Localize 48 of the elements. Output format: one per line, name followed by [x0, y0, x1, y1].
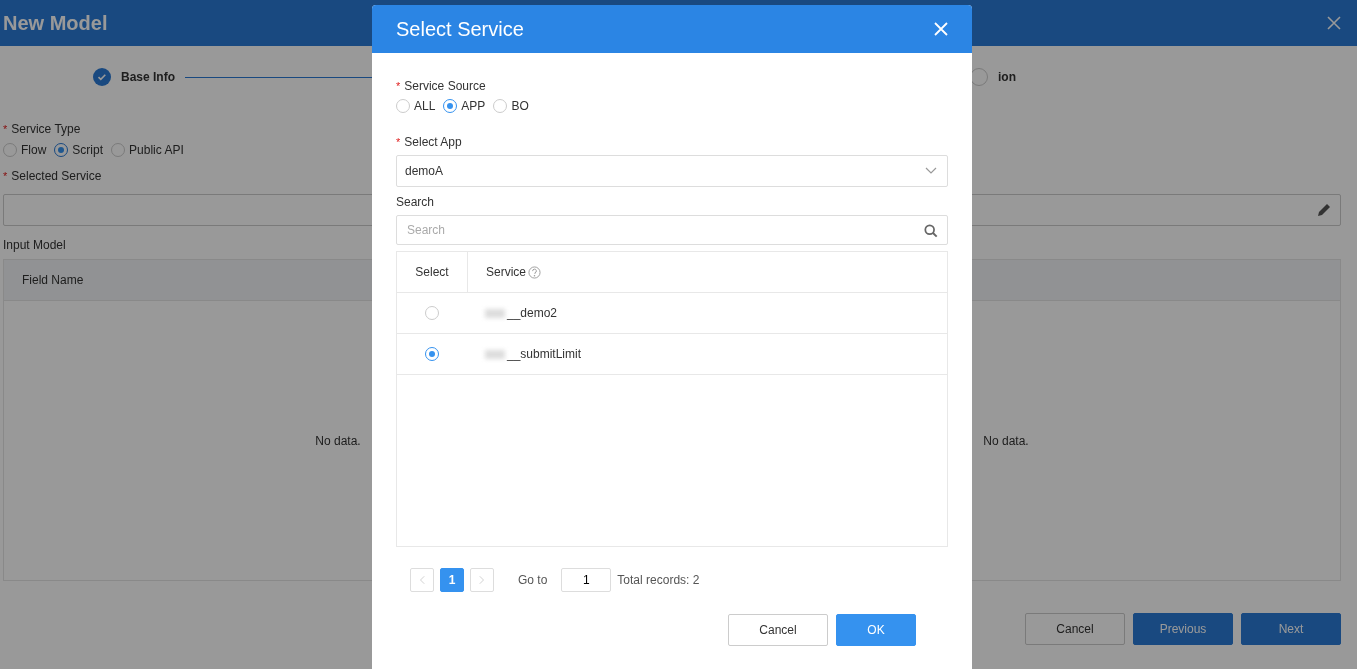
window-title: New Model [3, 11, 108, 35]
row-radio[interactable] [425, 306, 439, 320]
row-radio[interactable] [425, 347, 439, 361]
field-label: Service Source [404, 79, 486, 93]
field-label: Search [396, 195, 436, 209]
search-field[interactable]: Search [396, 215, 948, 245]
table-cell: __submitLimit [507, 347, 582, 361]
page-input[interactable]: 1 [561, 568, 612, 592]
close-icon[interactable] [1327, 16, 1341, 30]
close-icon[interactable] [934, 22, 948, 36]
chevron-down-icon [925, 167, 937, 175]
dialog-title: Select Service [396, 17, 524, 41]
radio-option[interactable]: Flow [3, 143, 47, 157]
radio-option[interactable]: BO [493, 99, 529, 113]
radio-option[interactable]: APP [443, 99, 486, 113]
required-mark: * [396, 136, 401, 148]
page-button[interactable]: 1 [440, 568, 464, 592]
field-label: Select App [404, 135, 462, 149]
empty-message: No data. [983, 433, 1029, 448]
edit-icon[interactable] [1316, 202, 1332, 218]
help-icon[interactable] [528, 265, 541, 279]
blurred-text [485, 308, 505, 318]
required-mark: * [3, 123, 8, 135]
radio-option[interactable]: ALL [396, 99, 436, 113]
field-label: Selected Service [11, 169, 102, 183]
step-label: Base Info [121, 70, 175, 84]
required-mark: * [3, 170, 8, 182]
total-records: Total records: 2 [617, 573, 700, 587]
dialog-button[interactable]: OK [836, 614, 916, 646]
radio-option[interactable]: Public API [111, 143, 184, 157]
column-header: Field Name [22, 273, 84, 287]
empty-message: No data. [315, 433, 361, 448]
column-header: Select [397, 252, 468, 292]
goto-label: Go to [518, 573, 548, 587]
field-label: Service Type [11, 122, 81, 136]
radio-option[interactable]: Script [54, 143, 104, 157]
step-label: ion [998, 70, 1016, 84]
blurred-text [485, 349, 505, 359]
dialog-button[interactable]: Previous [1133, 613, 1233, 645]
dialog-button[interactable]: Next [1241, 613, 1341, 645]
app-select[interactable]: demoA [396, 155, 948, 187]
dialog-button[interactable]: Cancel [728, 614, 828, 646]
required-mark: * [396, 80, 401, 92]
dialog-button[interactable]: Cancel [1025, 613, 1125, 645]
table-cell: __demo2 [507, 306, 558, 320]
section-label: Input Model [3, 238, 67, 252]
search-icon[interactable] [924, 224, 938, 238]
column-header: Service [486, 265, 526, 279]
